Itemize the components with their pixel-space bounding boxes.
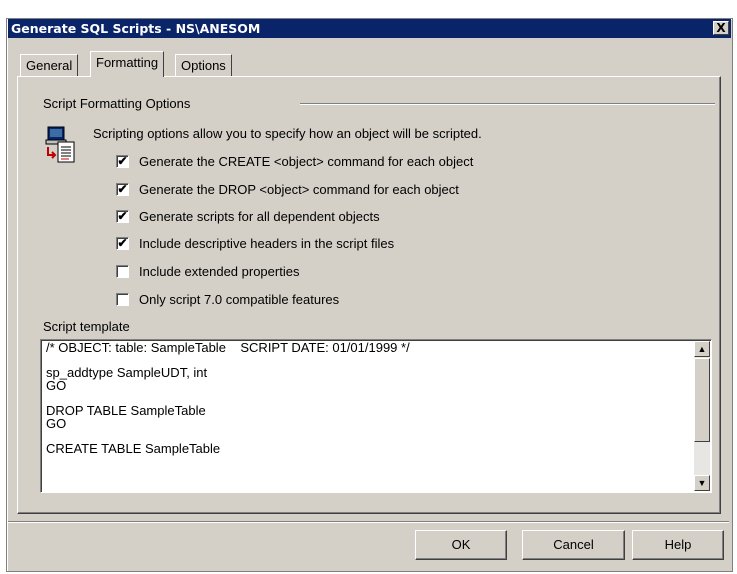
vertical-scrollbar[interactable]: ▲ ▼	[694, 341, 710, 491]
script-template-code: /* OBJECT: table: SampleTable SCRIPT DAT…	[46, 340, 410, 456]
scroll-thumb[interactable]	[694, 358, 710, 442]
formatting-description: Scripting options allow you to specify h…	[93, 126, 482, 141]
option-label-extended-properties[interactable]: Include extended properties	[139, 264, 299, 279]
tab-general[interactable]: General	[20, 54, 79, 76]
checkbox-generate-create[interactable]: ✔	[116, 155, 129, 168]
close-button[interactable]: X	[713, 21, 729, 35]
window-title: Generate SQL Scripts - NS\ANESOM	[11, 21, 261, 36]
cancel-button[interactable]: Cancel	[522, 530, 625, 560]
help-button[interactable]: Help	[632, 530, 724, 560]
script-template-label: Script template	[43, 319, 130, 334]
checkbox-descriptive-headers[interactable]: ✔	[116, 237, 129, 250]
script-template-textarea[interactable]: /* OBJECT: table: SampleTable SCRIPT DAT…	[40, 339, 712, 493]
option-label-generate-drop[interactable]: Generate the DROP <object> command for e…	[139, 182, 459, 197]
checkbox-generate-drop[interactable]: ✔	[116, 183, 129, 196]
option-label-70-compatible[interactable]: Only script 7.0 compatible features	[139, 292, 339, 307]
option-label-dependent-objects[interactable]: Generate scripts for all dependent objec…	[139, 209, 380, 224]
checkbox-extended-properties[interactable]	[116, 265, 129, 278]
group-divider	[300, 103, 715, 105]
option-label-descriptive-headers[interactable]: Include descriptive headers in the scrip…	[139, 236, 394, 251]
checkbox-70-compatible[interactable]	[116, 293, 129, 306]
title-bar[interactable]: Generate SQL Scripts - NS\ANESOM X	[8, 19, 731, 38]
script-properties-icon	[45, 126, 75, 163]
tab-options[interactable]: Options	[175, 54, 232, 76]
scroll-up-button[interactable]: ▲	[694, 341, 710, 357]
option-label-generate-create[interactable]: Generate the CREATE <object> command for…	[139, 154, 473, 169]
checkbox-dependent-objects[interactable]: ✔	[116, 210, 129, 223]
group-label-script-formatting: Script Formatting Options	[43, 96, 191, 111]
scroll-down-button[interactable]: ▼	[694, 475, 710, 491]
bottom-separator	[8, 521, 729, 523]
ok-button[interactable]: OK	[415, 530, 507, 560]
tab-formatting[interactable]: Formatting	[90, 51, 165, 77]
